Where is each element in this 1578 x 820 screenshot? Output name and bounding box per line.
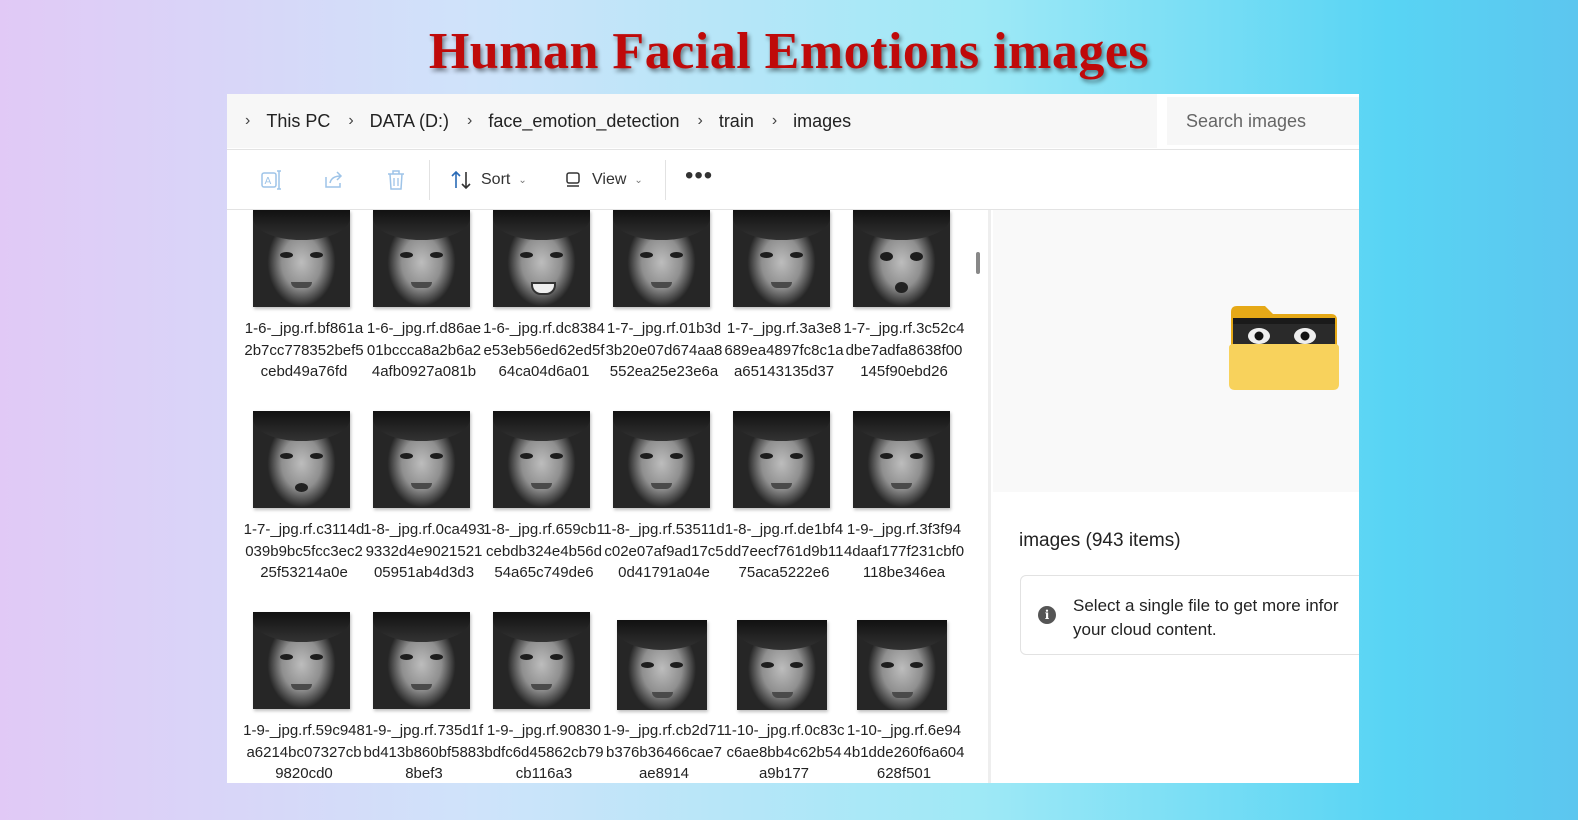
scrollbar-thumb[interactable]: [976, 252, 980, 274]
image-thumbnail[interactable]: [253, 612, 350, 709]
breadcrumb-face-emotion-detection[interactable]: face_emotion_detection: [488, 111, 679, 132]
file-name: 1-10-_jpg.rf.0c83cc6ae8bb4c62b54a9b177: [723, 722, 845, 782]
chevron-right-icon[interactable]: ›: [697, 112, 702, 130]
image-thumbnail[interactable]: [373, 210, 470, 307]
svg-text:A: A: [265, 176, 272, 187]
image-thumbnail[interactable]: [737, 620, 827, 710]
file-name: 1-6-_jpg.rf.bf861a2b7cc778352bef5cebd49a…: [244, 320, 364, 380]
info-text-line: Select a single file to get more infor: [1073, 596, 1339, 615]
chevron-down-icon: ⌄: [634, 174, 643, 186]
image-thumbnail[interactable]: [253, 210, 350, 307]
more-options-button[interactable]: •••: [685, 164, 713, 194]
file-name: 1-6-_jpg.rf.d86ae01bccca8a2b6a24afb0927a…: [366, 320, 482, 380]
chevron-right-icon[interactable]: ›: [245, 112, 250, 130]
image-thumbnail[interactable]: [853, 210, 950, 307]
breadcrumb-train[interactable]: train: [719, 111, 754, 132]
chevron-right-icon[interactable]: ›: [772, 112, 777, 130]
file-name: 1-9-_jpg.rf.735d1fbd413b860bf58838bef3: [363, 722, 485, 782]
file-name: 1-9-_jpg.rf.3f3f944daaf177f231cbf0118be3…: [843, 521, 965, 581]
chevron-right-icon[interactable]: ›: [467, 112, 472, 130]
toolbar-divider: [665, 160, 666, 200]
view-label: View: [592, 171, 627, 188]
pane-divider[interactable]: [988, 210, 991, 783]
file-name: 1-10-_jpg.rf.6e944b1dde260f6a604628f501: [843, 722, 965, 782]
file-name: 1-7-_jpg.rf.3c52c4dbe7adfa8638f00145f90e…: [843, 320, 965, 380]
breadcrumb-this-pc[interactable]: This PC: [266, 111, 330, 132]
share-icon[interactable]: [322, 168, 346, 192]
file-name: 1-6-_jpg.rf.dc8384e53eb56ed62ed5f64ca04d…: [483, 320, 605, 380]
file-name: 1-9-_jpg.rf.cb2d71b376b36466cae7ae8914: [603, 722, 725, 782]
info-text: Select a single file to get more infor y…: [1073, 594, 1359, 642]
image-thumbnail[interactable]: [617, 620, 707, 710]
info-icon: i: [1038, 606, 1056, 624]
image-thumbnail[interactable]: [253, 411, 350, 508]
info-text-line: your cloud content.: [1073, 620, 1217, 639]
view-icon: [566, 172, 580, 187]
file-name: 1-8-_jpg.rf.53511dc02e07af9ad17c50d41791…: [603, 521, 725, 581]
image-thumbnail[interactable]: [373, 411, 470, 508]
image-thumbnail[interactable]: [853, 411, 950, 508]
image-thumbnail[interactable]: [373, 612, 470, 709]
search-placeholder: Search images: [1186, 110, 1307, 131]
file-name: 1-9-_jpg.rf.90830bdfc6d45862cb79cb116a3: [484, 722, 604, 782]
file-name: 1-9-_jpg.rf.59c948a6214bc07327cb9820cd0: [243, 722, 365, 782]
image-thumbnail[interactable]: [733, 411, 830, 508]
details-title: images (943 items): [1019, 530, 1181, 551]
image-thumbnail[interactable]: [493, 612, 590, 709]
view-button[interactable]: View ⌄: [564, 166, 643, 194]
file-name: 1-8-_jpg.rf.659cb1cebdb324e4b56d54a65c74…: [483, 521, 605, 581]
image-thumbnail[interactable]: [493, 210, 590, 307]
file-name: 1-7-_jpg.rf.c3114d039b9bc5fcc3ec225f5321…: [243, 521, 365, 581]
breadcrumb-data-drive[interactable]: DATA (D:): [370, 111, 449, 132]
info-card: i Select a single file to get more infor…: [1020, 575, 1359, 655]
breadcrumb-images[interactable]: images: [793, 111, 851, 132]
sort-icon: [451, 170, 471, 190]
search-input[interactable]: Search images: [1167, 97, 1359, 145]
delete-icon[interactable]: [384, 168, 408, 192]
address-bar[interactable]: › This PC › DATA (D:) › face_emotion_det…: [227, 94, 1157, 148]
image-thumbnail[interactable]: [733, 210, 830, 307]
file-name: 1-8-_jpg.rf.0ca4939332d4e902152105951ab4…: [363, 521, 485, 581]
toolbar-divider: [429, 160, 430, 200]
file-name: 1-7-_jpg.rf.3a3e8689ea4897fc8c1aa6514313…: [724, 320, 844, 380]
file-name: 1-7-_jpg.rf.01b3d3b20e07d674aa8552ea25e2…: [605, 320, 723, 380]
chevron-down-icon: ⌄: [518, 174, 527, 186]
sort-button[interactable]: Sort ⌄: [449, 166, 527, 194]
chevron-right-icon[interactable]: ›: [348, 112, 353, 130]
banner-title: Human Facial Emotions images: [428, 23, 1150, 80]
preview-pane: [993, 210, 1359, 492]
command-bar: A Sort ⌄ View ⌄ •••: [227, 150, 1359, 208]
sort-label: Sort: [481, 171, 511, 188]
image-thumbnail[interactable]: [613, 411, 710, 508]
folder-icon: [1229, 306, 1339, 390]
image-thumbnail[interactable]: [613, 210, 710, 307]
file-name: 1-8-_jpg.rf.de1bf4dd7eecf761d9b1175aca52…: [724, 521, 844, 581]
rename-icon[interactable]: A: [260, 168, 284, 192]
file-grid: 1-6-_jpg.rf.bf861a2b7cc778352bef5cebd49a…: [227, 210, 977, 783]
file-explorer-window: › This PC › DATA (D:) › face_emotion_det…: [227, 94, 1359, 783]
image-thumbnail[interactable]: [493, 411, 590, 508]
image-thumbnail[interactable]: [857, 620, 947, 710]
